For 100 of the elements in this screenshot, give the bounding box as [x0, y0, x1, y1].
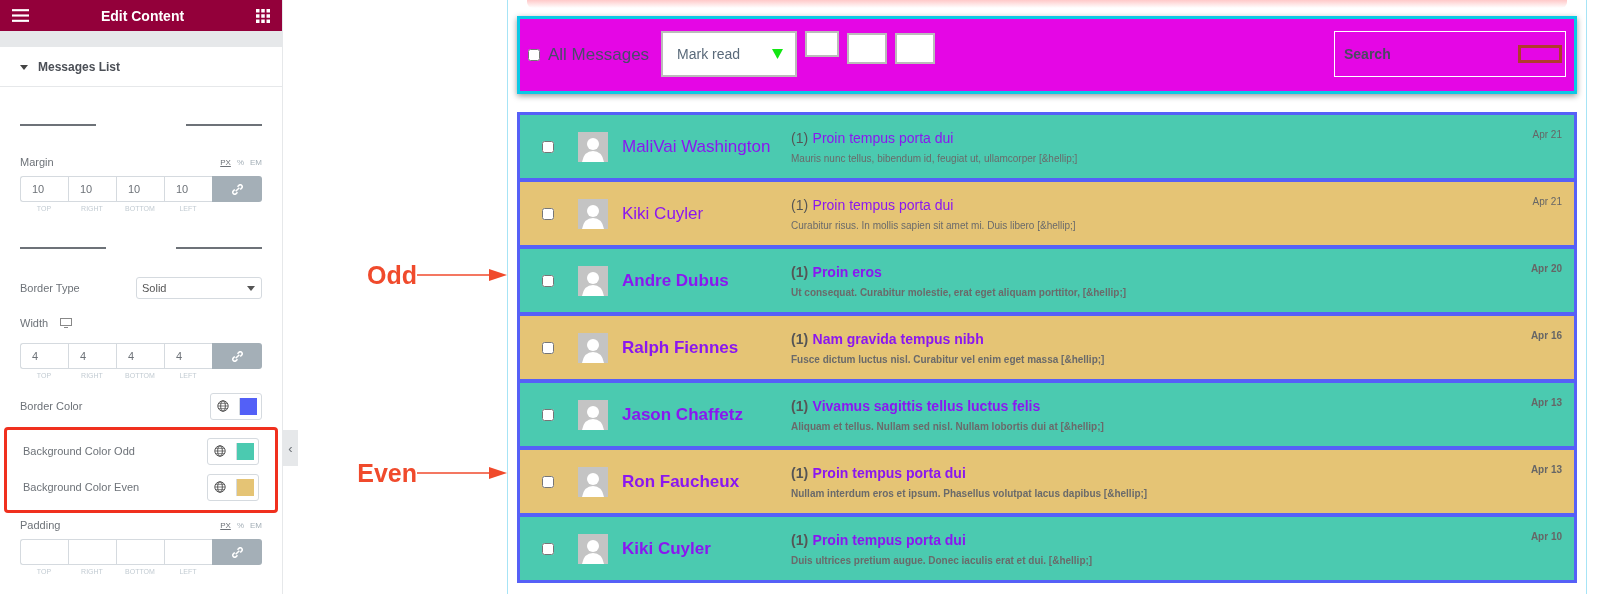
avatar-icon [578, 332, 608, 363]
dimension-input[interactable]: 4 [68, 343, 116, 369]
arrow-icon [417, 466, 507, 480]
color-swatch[interactable] [236, 478, 254, 496]
row-checkbox[interactable] [542, 341, 554, 354]
grid-icon[interactable] [256, 8, 270, 23]
avatar-icon [578, 533, 608, 564]
sender-name: Ron Faucheux [622, 471, 741, 492]
section-title[interactable]: Messages List [38, 60, 121, 74]
caret-icon [247, 285, 255, 291]
color-swatch[interactable] [239, 397, 257, 415]
avatar-icon [578, 131, 608, 162]
avatar-icon [578, 466, 608, 497]
sender-name: Ralph Fiennes [622, 337, 740, 358]
message-excerpt: Aliquam et tellus. Nullam sed nisl. Nullam lobortis dui at [&hellip;] [791, 421, 1105, 432]
color-swatch[interactable] [236, 442, 254, 460]
toolbar-button[interactable] [895, 33, 936, 64]
subject-link[interactable]: Nam gravida tempus nibh [812, 331, 984, 347]
subject-link[interactable]: Proin tempus porta dui [812, 532, 966, 548]
color-label: Border Color [20, 400, 83, 412]
color-picker[interactable] [207, 473, 259, 501]
unit-option[interactable]: PX [220, 157, 231, 167]
subject-link[interactable]: Vivamus sagittis tellus luctus felis [812, 398, 1041, 414]
dimension-input[interactable] [68, 539, 116, 565]
message-date: Apr 16 [1530, 330, 1562, 341]
dimension-input[interactable] [116, 539, 164, 565]
color-label: Background Color Even [23, 481, 140, 493]
dimension-input[interactable] [20, 539, 68, 565]
message-count: (1) [791, 130, 809, 146]
dimension-input[interactable]: 10 [68, 176, 116, 202]
message-row[interactable]: MaliVai Washington (1) Proin tempus porta dui Mauris nunc tellus, bibendum id, feugiat ut, ullamcorper [&hellip;] Apr 21 [518, 113, 1576, 180]
message-excerpt: Mauris nunc tellus, bibendum id, feugiat ut, ullamcorper [&hellip;] [791, 153, 1079, 164]
message-row[interactable]: Kiki Cuyler (1) Proin tempus porta dui Curabitur risus. In mollis sapien sit amet mi. Duis libero [&hellip;] Apr 21 [518, 180, 1576, 247]
select-all-checkbox[interactable] [528, 49, 540, 61]
message-row[interactable]: Andre Dubus (1) Proin eros Ut consequat. Curabitur molestie, erat eget aliquam porttitor, [&hellip;] Apr 20 [518, 247, 1576, 314]
row-checkbox[interactable] [542, 140, 554, 153]
arrow-icon [417, 268, 507, 282]
subject-link[interactable]: Proin eros [812, 264, 882, 280]
dimension-input[interactable]: 4 [116, 343, 164, 369]
link-icon [231, 546, 243, 558]
caret-icon[interactable] [20, 64, 28, 70]
message-excerpt: Fusce dictum luctus nisl. Curabitur vel enim eget massa [&hellip;] [791, 354, 1106, 365]
subject-link[interactable]: Proin tempus porta dui [812, 465, 966, 481]
unit-option[interactable]: % [236, 157, 244, 167]
message-excerpt: Ut consequat. Curabitur molestie, erat eget aliquam porttitor, [&hellip;] [791, 287, 1128, 298]
desktop-icon[interactable] [60, 318, 73, 328]
padding-label: Padding [20, 519, 61, 531]
message-excerpt: Curabitur risus. In mollis sapien sit amet mi. Duis libero [&hellip;] [791, 220, 1077, 231]
message-count: (1) [791, 331, 809, 347]
dimension-input[interactable]: 10 [20, 176, 68, 202]
unit-option[interactable]: EM [250, 157, 262, 167]
search-field[interactable]: Search [1334, 31, 1566, 77]
border-type-select[interactable]: Solid [136, 277, 262, 299]
bulk-action-select[interactable]: Mark read [661, 31, 798, 77]
globe-icon [217, 400, 229, 412]
subject-link[interactable]: Proin tempus porta dui [812, 130, 954, 146]
avatar-icon [578, 399, 608, 430]
globe-icon [214, 481, 226, 493]
margin-label: Margin [20, 156, 54, 168]
annotation-label: Odd [367, 260, 417, 290]
toolbar-button[interactable] [805, 31, 840, 57]
avatar-icon [578, 265, 608, 296]
subject-link[interactable]: Proin tempus porta dui [812, 197, 954, 213]
menu-icon[interactable] [12, 9, 29, 22]
row-checkbox[interactable] [542, 408, 554, 421]
message-date: Apr 20 [1530, 263, 1562, 274]
collapse-button[interactable]: ‹ [283, 430, 298, 466]
width-label: Width [20, 317, 49, 329]
sender-name: MaliVai Washington [622, 136, 772, 157]
sender-name: Kiki Cuyler [622, 538, 712, 559]
toolbar-button[interactable] [847, 33, 888, 64]
dimension-input[interactable]: 10 [116, 176, 164, 202]
unit-option[interactable]: % [236, 520, 244, 530]
message-count: (1) [791, 197, 809, 213]
message-row[interactable]: Ralph Fiennes (1) Nam gravida tempus nibh Fusce dictum luctus nisl. Curabitur vel enim eget massa [&hellip;] Apr 16 [518, 314, 1576, 381]
sender-name: Andre Dubus [622, 270, 730, 291]
link-icon [231, 183, 243, 195]
message-row[interactable]: Ron Faucheux (1) Proin tempus porta dui Nullam interdum eros et ipsum. Phasellus volutpat lacus dapibus [&hellip;] Apr 13 [518, 448, 1576, 515]
message-excerpt: Duis ultrices pretium augue. Donec iaculis erat et dui. [&hellip;] [791, 555, 1094, 566]
row-checkbox[interactable] [542, 274, 554, 287]
color-picker[interactable] [207, 437, 259, 465]
message-date: Apr 10 [1530, 531, 1562, 542]
message-date: Apr 13 [1530, 464, 1562, 475]
dimension-input[interactable]: 4 [20, 343, 68, 369]
sender-name: Kiki Cuyler [622, 203, 705, 224]
color-label: Background Color Odd [23, 445, 135, 457]
message-row[interactable]: Kiki Cuyler (1) Proin tempus porta dui Duis ultrices pretium augue. Donec iaculis erat et dui. [&hellip;] Apr 10 [518, 515, 1576, 582]
color-picker[interactable] [210, 392, 262, 420]
sender-name: Jason Chaffetz [622, 404, 744, 425]
row-checkbox[interactable] [542, 542, 554, 555]
message-count: (1) [791, 264, 809, 280]
message-date: Apr 13 [1530, 397, 1562, 408]
message-count: (1) [791, 398, 809, 414]
message-row[interactable]: Jason Chaffetz (1) Vivamus sagittis tellus luctus felis Aliquam et tellus. Nullam sed nisl. Nullam lobortis dui at [&hellip;] Apr 13 [518, 381, 1576, 448]
annotation-label: Even [357, 458, 417, 488]
row-checkbox[interactable] [542, 207, 554, 220]
unit-option[interactable]: PX [220, 520, 231, 530]
unit-option[interactable]: EM [250, 520, 262, 530]
link-icon [231, 350, 243, 362]
row-checkbox[interactable] [542, 475, 554, 488]
